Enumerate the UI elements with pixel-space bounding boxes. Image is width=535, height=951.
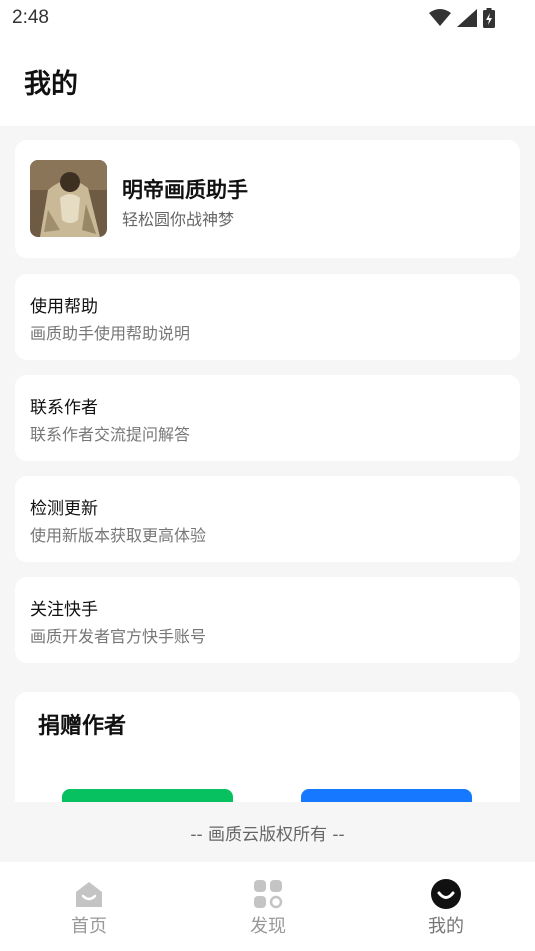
donate-card: 捐赠作者	[15, 692, 520, 802]
status-icons	[429, 7, 495, 29]
menu-item-title: 联系作者	[30, 398, 98, 418]
status-time: 2:48	[12, 7, 49, 28]
donate-title: 捐赠作者	[38, 714, 127, 739]
wifi-icon	[429, 9, 451, 26]
tab-mine[interactable]: 我的	[386, 862, 506, 951]
menu-item-subtitle: 使用新版本获取更高体验	[30, 526, 207, 545]
cellular-signal-icon	[457, 9, 477, 27]
profile-subtitle: 轻松圆你战神梦	[122, 210, 235, 229]
discover-grid-icon	[254, 880, 283, 909]
profile-name: 明帝画质助手	[122, 178, 248, 202]
tab-label: 发现	[250, 916, 286, 937]
menu-item-help[interactable]: 使用帮助 画质助手使用帮助说明	[15, 274, 520, 360]
page-title: 我的	[24, 69, 78, 100]
copyright-footer: -- 画质云版权所有 --	[0, 802, 535, 862]
donate-wechat-button[interactable]	[62, 789, 233, 802]
menu-item-check-update[interactable]: 检测更新 使用新版本获取更高体验	[15, 476, 520, 562]
menu-item-title: 关注快手	[30, 600, 98, 620]
menu-item-title: 使用帮助	[30, 297, 98, 317]
bottom-tab-bar: 首页 发现 我的	[0, 862, 535, 951]
menu-item-subtitle: 画质助手使用帮助说明	[30, 324, 191, 343]
menu-item-subtitle: 联系作者交流提问解答	[30, 425, 191, 444]
donate-alipay-button[interactable]	[301, 789, 472, 802]
profile-card[interactable]: 明帝画质助手 轻松圆你战神梦	[15, 140, 520, 258]
menu-item-follow-kuaishou[interactable]: 关注快手 画质开发者官方快手账号	[15, 577, 520, 663]
tab-discover[interactable]: 发现	[208, 862, 328, 951]
tab-label: 首页	[71, 916, 107, 937]
smile-face-icon	[431, 879, 461, 909]
menu-item-title: 检测更新	[30, 499, 98, 519]
top-area: 2:48 我的	[0, 0, 535, 126]
status-bar: 2:48	[0, 0, 535, 36]
avatar	[30, 160, 107, 237]
tab-label: 我的	[428, 916, 464, 937]
tab-home[interactable]: 首页	[29, 862, 149, 951]
menu-item-contact-author[interactable]: 联系作者 联系作者交流提问解答	[15, 375, 520, 461]
scroll-area[interactable]: 明帝画质助手 轻松圆你战神梦 使用帮助 画质助手使用帮助说明 联系作者 联系作者…	[0, 126, 535, 802]
battery-icon	[483, 8, 495, 28]
menu-item-subtitle: 画质开发者官方快手账号	[30, 627, 207, 646]
home-icon	[76, 882, 102, 907]
